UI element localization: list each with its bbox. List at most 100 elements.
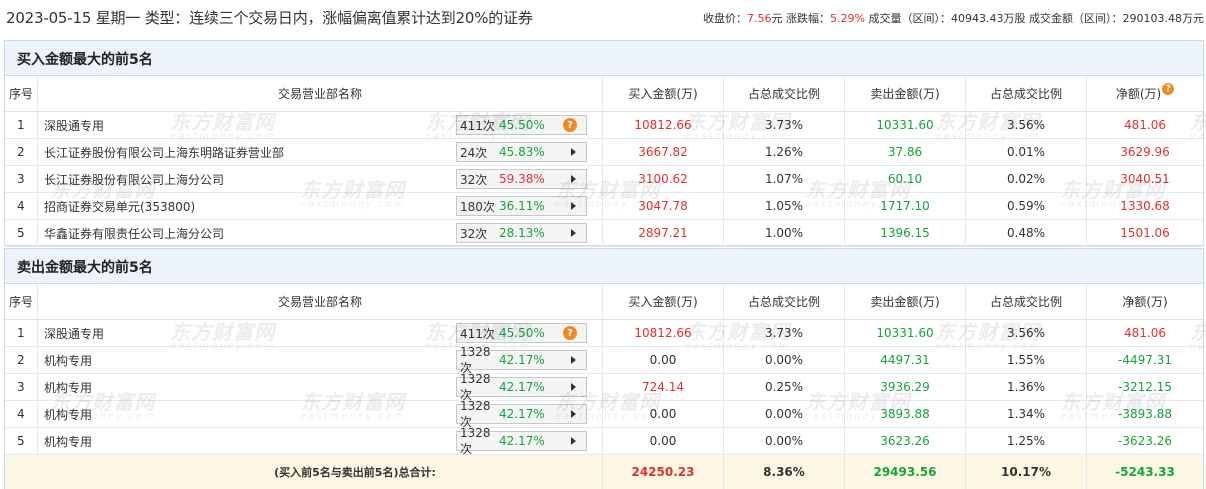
branch-name-link[interactable]: 机构专用: [44, 379, 92, 396]
buy-panel-header: 买入金额最大的前5名: [5, 41, 1203, 76]
branch-name-link[interactable]: 招商证券交易单元(353800): [44, 198, 195, 215]
sell-amount: 1396.15: [845, 220, 966, 246]
sell-ratio: 0.48%: [966, 220, 1087, 246]
net-amount: 481.06: [1124, 118, 1166, 132]
branch-name-cell: 招商证券交易单元(353800) 180次 36.11%: [38, 193, 603, 219]
sell-ratio: 1.55%: [966, 347, 1087, 373]
branch-stats-button[interactable]: 1328次 42.17%: [456, 426, 587, 456]
sell-amount: 3936.29: [845, 374, 966, 400]
buy-ratio: 1.07%: [724, 166, 845, 192]
row-index: 3: [5, 374, 38, 400]
branch-name-cell: 机构专用 1328次 42.17%: [38, 426, 603, 456]
branch-stats-button[interactable]: 1328次 42.17%: [456, 399, 587, 429]
sell-ratio: 1.36%: [966, 374, 1087, 400]
close-label: 收盘价：: [703, 12, 748, 25]
play-arrow-icon: [571, 202, 576, 210]
listing-count: 180次: [460, 199, 495, 214]
total-label-bold: 总合计:: [398, 466, 436, 479]
buy-panel-title: 买入金额最大的前5名: [17, 52, 153, 68]
row-index: 5: [5, 428, 38, 454]
win-rate: 36.11%: [499, 199, 545, 213]
win-rate: 42.17%: [499, 407, 545, 421]
change-value: 5.29%: [830, 12, 865, 25]
branch-name-link[interactable]: 机构专用: [44, 406, 92, 423]
help-icon[interactable]: ?: [563, 118, 577, 132]
row-index: 5: [5, 220, 38, 246]
amount-value: 290103.48万元: [1122, 12, 1205, 25]
volume-label: 成交量（区间）：: [868, 12, 952, 25]
branch-stats-button[interactable]: 1328次 42.17%: [456, 345, 587, 375]
buy-ratio: 1.00%: [724, 220, 845, 246]
buy-amount: 0.00: [603, 347, 724, 373]
branch-stats-button[interactable]: 32次 28.13%: [456, 223, 587, 243]
branch-name-link[interactable]: 深股通专用: [44, 117, 104, 134]
branch-stats-button[interactable]: 32次 59.38%: [456, 169, 587, 189]
col-net: 净额(万): [1122, 295, 1168, 309]
col-buy: 买入金额(万): [603, 284, 724, 319]
branch-name-cell: 机构专用 1328次 42.17%: [38, 345, 603, 375]
sell-amount: 3623.26: [845, 428, 966, 454]
listing-count: 411次: [460, 326, 495, 341]
col-net-label: 净额(万): [1115, 87, 1162, 101]
branch-name-link[interactable]: 机构专用: [44, 433, 92, 450]
table-row: 5 华鑫证券有限责任公司上海分公司 32次 28.13% 2897.21 1.00% 139…: [5, 220, 1203, 247]
branch-stats-button[interactable]: 411次 45.50%?: [456, 115, 587, 135]
help-icon[interactable]: ?: [563, 326, 577, 340]
win-rate: 28.13%: [499, 226, 545, 240]
branch-name-link[interactable]: 华鑫证券有限责任公司上海分公司: [44, 225, 224, 242]
total-label-prefix: (买入前5名与卖出前5名): [274, 466, 399, 479]
total-idx: [5, 455, 38, 489]
sell-table-header: 序号 交易营业部名称 买入金额(万) 占总成交比例 卖出金额(万) 占总成交比例…: [5, 284, 1203, 320]
listing-count: 1328次: [460, 425, 491, 456]
col-sell: 卖出金额(万): [845, 284, 966, 319]
buy-ratio: 3.73%: [724, 112, 845, 138]
help-icon[interactable]: ?: [1162, 82, 1175, 95]
sell-ratio: 3.56%: [966, 112, 1087, 138]
net-amount: -3893.88: [1118, 407, 1172, 421]
branch-name-cell: 深股通专用 411次 45.50%?: [38, 112, 603, 138]
net-amount: 1501.06: [1120, 226, 1170, 240]
branch-name-link[interactable]: 机构专用: [44, 352, 92, 369]
branch-stats-button[interactable]: 24次 45.83%: [456, 142, 587, 162]
buy-table-body: 1 深股通专用 411次 45.50%? 10812.66 3.73% 10331.60 3.…: [5, 112, 1203, 247]
net-amount: 3040.51: [1120, 172, 1170, 186]
buy-ratio: 0.00%: [724, 428, 845, 454]
branch-name-cell: 机构专用 1328次 42.17%: [38, 399, 603, 429]
sell-panel-title: 卖出金额最大的前5名: [17, 260, 153, 276]
branch-stats-button[interactable]: 411次 45.50%?: [456, 323, 587, 343]
win-rate: 59.38%: [499, 172, 545, 186]
branch-stats-button[interactable]: 1328次 42.17%: [456, 372, 587, 402]
row-index: 1: [5, 320, 38, 346]
buy-ratio: 1.05%: [724, 193, 845, 219]
branch-name-link[interactable]: 长江证券股份有限公司上海东明路证券营业部: [44, 144, 284, 161]
row-index: 1: [5, 112, 38, 138]
play-arrow-icon: [571, 175, 576, 183]
win-rate: 42.17%: [499, 380, 545, 394]
buy-amount: 724.14: [603, 374, 724, 400]
listing-count: 32次: [460, 226, 488, 241]
col-sell-pct: 占总成交比例: [966, 284, 1087, 319]
sell-ratio: 1.34%: [966, 401, 1087, 427]
net-amount: -3623.26: [1118, 434, 1172, 448]
col-idx: 序号: [5, 76, 38, 111]
close-value: 7.56: [747, 12, 772, 25]
table-row: 5 机构专用 1328次 42.17% 0.00 0.00% 3623.26 1.25% -36…: [5, 426, 1203, 456]
table-row: 3 长江证券股份有限公司上海分公司 32次 59.38% 3100.62 1.07% 60.…: [5, 166, 1203, 193]
page-title: 2023-05-15 星期一 类型：连续三个交易日内，涨幅偏离值累计达到20%的…: [6, 9, 533, 27]
buy-amount: 10812.66: [603, 320, 724, 346]
branch-name-link[interactable]: 长江证券股份有限公司上海分公司: [44, 171, 224, 188]
net-amount: 3629.96: [1120, 145, 1170, 159]
sell-top5-panel: 卖出金额最大的前5名 序号 交易营业部名称 买入金额(万) 占总成交比例 卖出金…: [4, 248, 1204, 489]
branch-name-link[interactable]: 深股通专用: [44, 325, 104, 342]
listing-count: 32次: [460, 172, 488, 187]
win-rate: 45.83%: [499, 145, 545, 159]
volume-value: 40943.43万股: [951, 12, 1026, 25]
total-row: (买入前5名与卖出前5名) 总合计: 24250.23 8.36% 29493.5…: [5, 455, 1203, 489]
listing-count: 411次: [460, 118, 495, 133]
sell-ratio: 3.56%: [966, 320, 1087, 346]
sell-amount: 10331.60: [845, 112, 966, 138]
col-name: 交易营业部名称: [38, 284, 603, 319]
buy-amount: 3047.78: [603, 193, 724, 219]
branch-stats-button[interactable]: 180次 36.11%: [456, 196, 587, 216]
row-index: 2: [5, 139, 38, 165]
